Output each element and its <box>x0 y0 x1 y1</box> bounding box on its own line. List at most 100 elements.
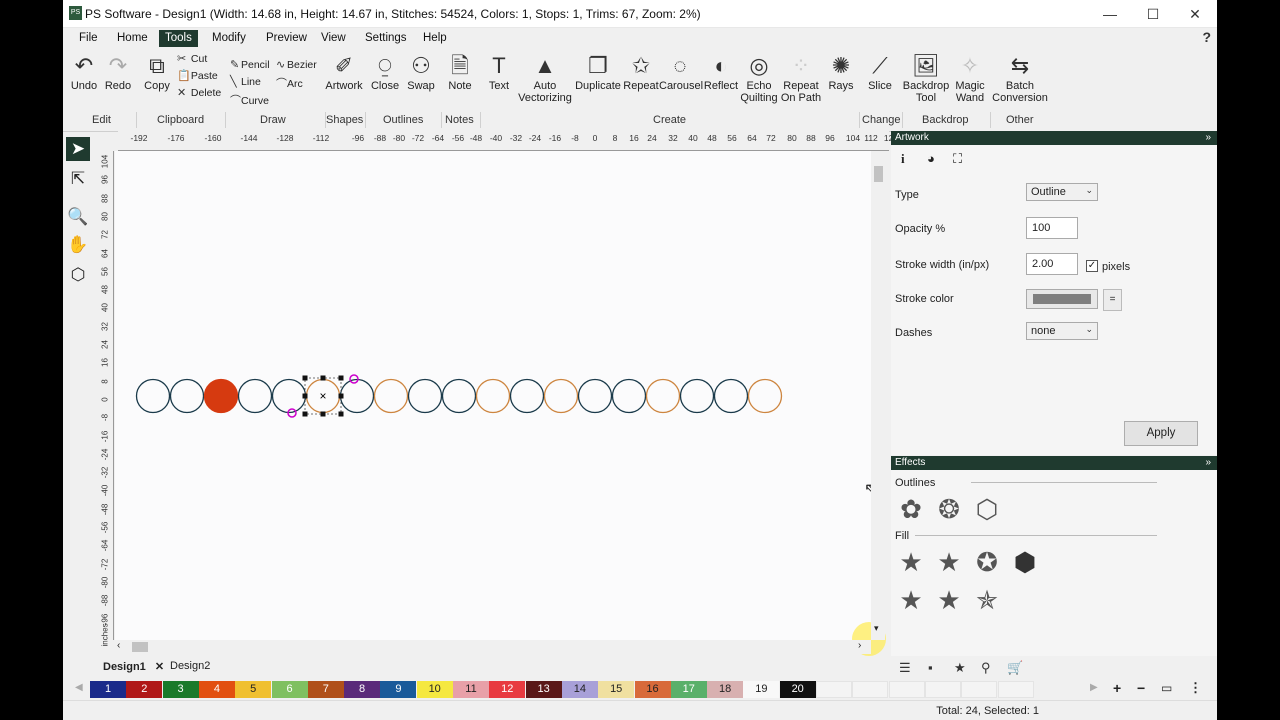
selection-handle[interactable] <box>302 393 308 399</box>
circle-shape[interactable] <box>441 378 477 414</box>
circle-shape[interactable] <box>271 378 307 414</box>
equals-button[interactable]: = <box>1103 289 1122 311</box>
zoom-icon[interactable]: 🔍 <box>66 205 90 229</box>
circle-shape[interactable] <box>203 378 239 414</box>
swap-button[interactable]: ⚇ Swap <box>405 52 437 92</box>
color-swatch[interactable]: 7 <box>307 681 344 698</box>
copy-button[interactable]: ⧉ Copy <box>143 52 171 92</box>
zoom-in-icon[interactable]: + <box>1113 680 1121 696</box>
pan-hand-icon[interactable]: ✋ <box>66 233 90 257</box>
line-button[interactable]: ╲ Line <box>230 75 261 88</box>
circle-shape[interactable] <box>169 378 205 414</box>
delete-button[interactable]: ✕ Delete <box>177 86 221 99</box>
selection-handle[interactable] <box>320 375 326 381</box>
note-button[interactable]: 🗎 Note <box>445 52 475 92</box>
circle-shape[interactable] <box>611 378 647 414</box>
circle-shape[interactable] <box>475 378 511 414</box>
zoom-out-icon[interactable]: − <box>1137 680 1145 696</box>
color-swatch[interactable]: 11 <box>453 681 489 698</box>
arc-button[interactable]: ⌒Arc <box>276 75 303 91</box>
page-icon[interactable]: ▪ <box>928 660 933 675</box>
hexagon-outline-icon[interactable]: ⬡ <box>971 493 1003 525</box>
selection-handle[interactable] <box>320 411 326 417</box>
circle-shape[interactable] <box>407 378 443 414</box>
backdrop-tool-button[interactable]: 🖼 Backdrop Tool <box>902 52 950 104</box>
menu-modify[interactable]: Modify <box>206 30 252 47</box>
magic-wand-button[interactable]: ✧ Magic Wand <box>952 52 988 104</box>
batch-conversion-button[interactable]: ⇆ Batch Conversion <box>992 52 1048 104</box>
stroke-color-picker[interactable] <box>1026 289 1098 309</box>
color-swatch[interactable]: 8 <box>344 681 381 698</box>
pixels-checkbox[interactable]: ✓ <box>1086 260 1098 272</box>
scroll-right-icon[interactable]: › <box>858 640 861 651</box>
empty-swatch[interactable] <box>961 681 998 698</box>
scroll-left-icon[interactable]: ‹ <box>117 640 120 651</box>
color-swatch[interactable]: 17 <box>670 681 707 698</box>
color-swatch[interactable]: 20 <box>779 681 816 698</box>
stroke-width-input[interactable]: 2.00 <box>1026 253 1078 275</box>
star-cross-fill-icon[interactable]: ★ <box>895 584 927 616</box>
circle-shape[interactable] <box>509 378 545 414</box>
color-swatch[interactable]: 5 <box>235 681 272 698</box>
circle-shape[interactable] <box>577 378 613 414</box>
repeat-button[interactable]: ✩ Repeat <box>623 52 659 92</box>
carousel-button[interactable]: ◌ Carousel <box>659 52 703 92</box>
wavy-outline-icon[interactable]: ❂ <box>933 493 965 525</box>
duplicate-button[interactable]: ❐ Duplicate <box>575 52 621 92</box>
star-dots-fill-icon[interactable]: ★ <box>933 584 965 616</box>
color-swatch[interactable]: 18 <box>707 681 744 698</box>
menu-tools[interactable]: Tools <box>159 30 198 47</box>
more-options-icon[interactable]: ⋮ <box>1189 680 1202 696</box>
rays-button[interactable]: ✺ Rays <box>826 52 856 92</box>
empty-swatch[interactable] <box>924 681 961 698</box>
selection-handle[interactable] <box>302 375 308 381</box>
artwork-button[interactable]: ✐ Artwork <box>325 52 363 92</box>
palette-left-icon[interactable]: ◀ <box>75 682 83 693</box>
node-edit-icon[interactable]: ⇱ <box>66 167 90 191</box>
scroll-down-icon[interactable]: ▾ <box>874 623 879 634</box>
star-icon[interactable]: ★ <box>954 660 966 676</box>
close-window-button[interactable]: ✕ <box>1175 4 1215 24</box>
horizontal-scroll-thumb[interactable] <box>132 642 148 652</box>
empty-swatch[interactable] <box>852 681 889 698</box>
selection-handle[interactable] <box>338 375 344 381</box>
menu-view[interactable]: View <box>315 30 352 47</box>
menu-preview[interactable]: Preview <box>260 30 313 47</box>
redo-button[interactable]: ↷ Redo <box>103 52 133 92</box>
menu-home[interactable]: Home <box>111 30 154 47</box>
color-swatch[interactable]: 1 <box>90 681 126 698</box>
tab-design1[interactable]: Design1 ✕ <box>103 660 164 673</box>
pencil-button[interactable]: ✎ Pencil <box>230 58 270 71</box>
color-swatch[interactable]: 4 <box>198 681 235 698</box>
close-outline-button[interactable]: ⍜ Close <box>369 52 401 92</box>
tab-design2[interactable]: Design2 <box>170 660 210 672</box>
circle-shape[interactable] <box>373 378 409 414</box>
circle-shape[interactable] <box>135 378 171 414</box>
scallop-outline-icon[interactable]: ✿ <box>895 493 927 525</box>
dashes-select[interactable]: none ⌄ <box>1026 322 1098 340</box>
minimize-button[interactable]: — <box>1090 4 1130 24</box>
location-pin-icon[interactable]: ⚲ <box>981 660 991 676</box>
selection-handle[interactable] <box>338 393 344 399</box>
shape-tool-icon[interactable]: ⬡ <box>66 263 90 287</box>
color-swatch[interactable]: 2 <box>126 681 163 698</box>
hexagon-fill-icon[interactable]: ⬢ <box>1009 546 1041 578</box>
select-arrow-icon[interactable]: ➤ <box>66 137 90 161</box>
cut-button[interactable]: ✂ Cut <box>177 52 207 65</box>
vertical-scroll-thumb[interactable] <box>874 166 883 182</box>
color-swatch[interactable]: 6 <box>271 681 308 698</box>
design-canvas[interactable]: × ⇖ <box>115 151 886 656</box>
echo-quilting-button[interactable]: ◎ Echo Quilting <box>739 52 779 104</box>
opacity-input[interactable]: 100 <box>1026 217 1078 239</box>
selection-center-marker[interactable]: × <box>319 389 326 403</box>
fill-tab-icon[interactable]: ◕ <box>927 151 935 166</box>
auto-vectorizing-button[interactable]: ▲ Auto Vectorizing <box>517 52 573 104</box>
circle-shape[interactable] <box>713 378 749 414</box>
cart-icon[interactable]: 🛒 <box>1007 660 1023 676</box>
selection-handle[interactable] <box>338 411 344 417</box>
color-swatch[interactable]: 10 <box>416 681 453 698</box>
circle-shape[interactable] <box>747 378 783 414</box>
apply-button[interactable]: Apply <box>1124 421 1198 446</box>
list-icon[interactable]: ☰ <box>899 660 911 676</box>
menu-file[interactable]: File <box>73 30 104 47</box>
